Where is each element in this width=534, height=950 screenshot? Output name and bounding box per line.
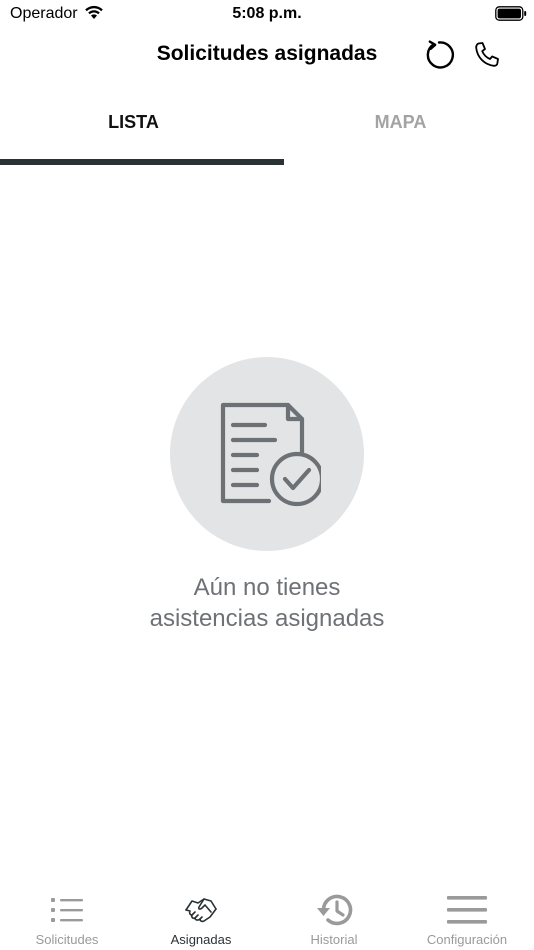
empty-state-message: Aún no tienes asistencias asignadas	[67, 572, 467, 634]
assigned-requests-screen: Operador 5:08 p.m. Solicitudes asignadas	[0, 0, 534, 950]
tabbar-item-configuracion[interactable]: Configuración	[400, 880, 534, 950]
tabbar-item-solicitudes[interactable]: Solicitudes	[0, 880, 134, 950]
empty-state-line-2: asistencias asignadas	[149, 605, 385, 632]
status-bar: Operador 5:08 p.m.	[0, 0, 534, 28]
tabbar-item-asignadas[interactable]: Asignadas	[134, 880, 268, 950]
page-title: Solicitudes asignadas	[156, 42, 378, 65]
tabbar-item-historial[interactable]: Historial	[267, 880, 401, 950]
tab-mapa[interactable]: MAPA	[267, 100, 534, 160]
active-tab-indicator	[0, 159, 284, 165]
history-icon	[317, 894, 353, 926]
empty-state-illustration	[170, 357, 364, 551]
refresh-icon	[426, 40, 455, 69]
tabbar-label-historial: Historial	[310, 932, 358, 947]
menu-icon	[447, 896, 487, 924]
list-icon	[51, 898, 83, 922]
tabbar-label-solicitudes: Solicitudes	[35, 932, 99, 947]
battery-icon	[495, 6, 527, 21]
tabbar-label-configuracion: Configuración	[426, 932, 508, 947]
status-time: 5:08 p.m.	[232, 5, 302, 22]
empty-state-line-1: Aún no tienes	[193, 574, 341, 601]
tab-lista[interactable]: LISTA	[0, 100, 267, 160]
call-button[interactable]	[470, 38, 504, 72]
handshake-icon	[185, 898, 217, 923]
document-check-icon	[220, 402, 321, 507]
segment-tabs: LISTA MAPA	[0, 100, 534, 166]
bottom-tab-bar: Solicitudes Asignadas Historial Configur…	[0, 880, 534, 950]
tabbar-label-asignadas: Asignadas	[170, 932, 232, 947]
phone-icon	[475, 42, 499, 67]
refresh-button[interactable]	[421, 37, 457, 73]
